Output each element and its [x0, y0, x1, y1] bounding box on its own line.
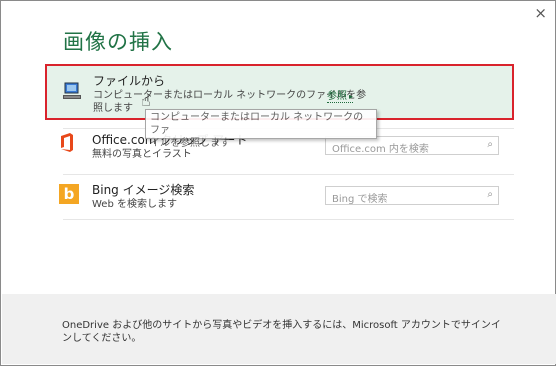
sign-in-message: OneDrive および他のサイトから写真やビデオを挿入するには、Microso…: [62, 320, 501, 344]
divider: [63, 219, 514, 220]
from-file-description-line2: 照します: [93, 103, 133, 114]
from-file-label: ファイルから: [93, 74, 166, 88]
hand-cursor-icon: ☝: [141, 91, 151, 110]
tooltip-line2: イルを参照します: [150, 138, 230, 149]
insert-picture-dialog: × 画像の挿入 ファイルから コンピューターまたはローカル ネットワークのファイ…: [0, 0, 556, 366]
bing-search-placeholder: Bing で検索: [332, 194, 388, 205]
bing-search-description: Web を検索します: [92, 199, 177, 210]
bing-search-input[interactable]: Bing で検索 ⌕: [325, 186, 499, 205]
dialog-title: 画像の挿入: [63, 30, 173, 54]
browse-label: 参照: [327, 91, 347, 102]
browse-link[interactable]: 参照 ▸: [327, 87, 354, 103]
tooltip: コンピューターまたはローカル ネットワークのファ イルを参照します: [145, 109, 377, 149]
bing-search-label: Bing イメージ検索: [92, 183, 195, 197]
computer-icon: [63, 82, 81, 99]
from-file-description-line1: コンピューターまたはローカル ネットワークのファイルを参: [93, 90, 367, 101]
tooltip-line1: コンピューターまたはローカル ネットワークのファ: [150, 112, 364, 136]
bing-icon: b: [59, 184, 79, 204]
footer: OneDrive および他のサイトから写真やビデオを挿入するには、Microso…: [2, 294, 556, 364]
chevron-right-icon: ▸: [349, 92, 354, 101]
search-icon[interactable]: ⌕: [487, 139, 493, 150]
search-icon[interactable]: ⌕: [487, 189, 493, 200]
close-icon[interactable]: ×: [534, 4, 547, 22]
office-icon: [61, 133, 73, 152]
